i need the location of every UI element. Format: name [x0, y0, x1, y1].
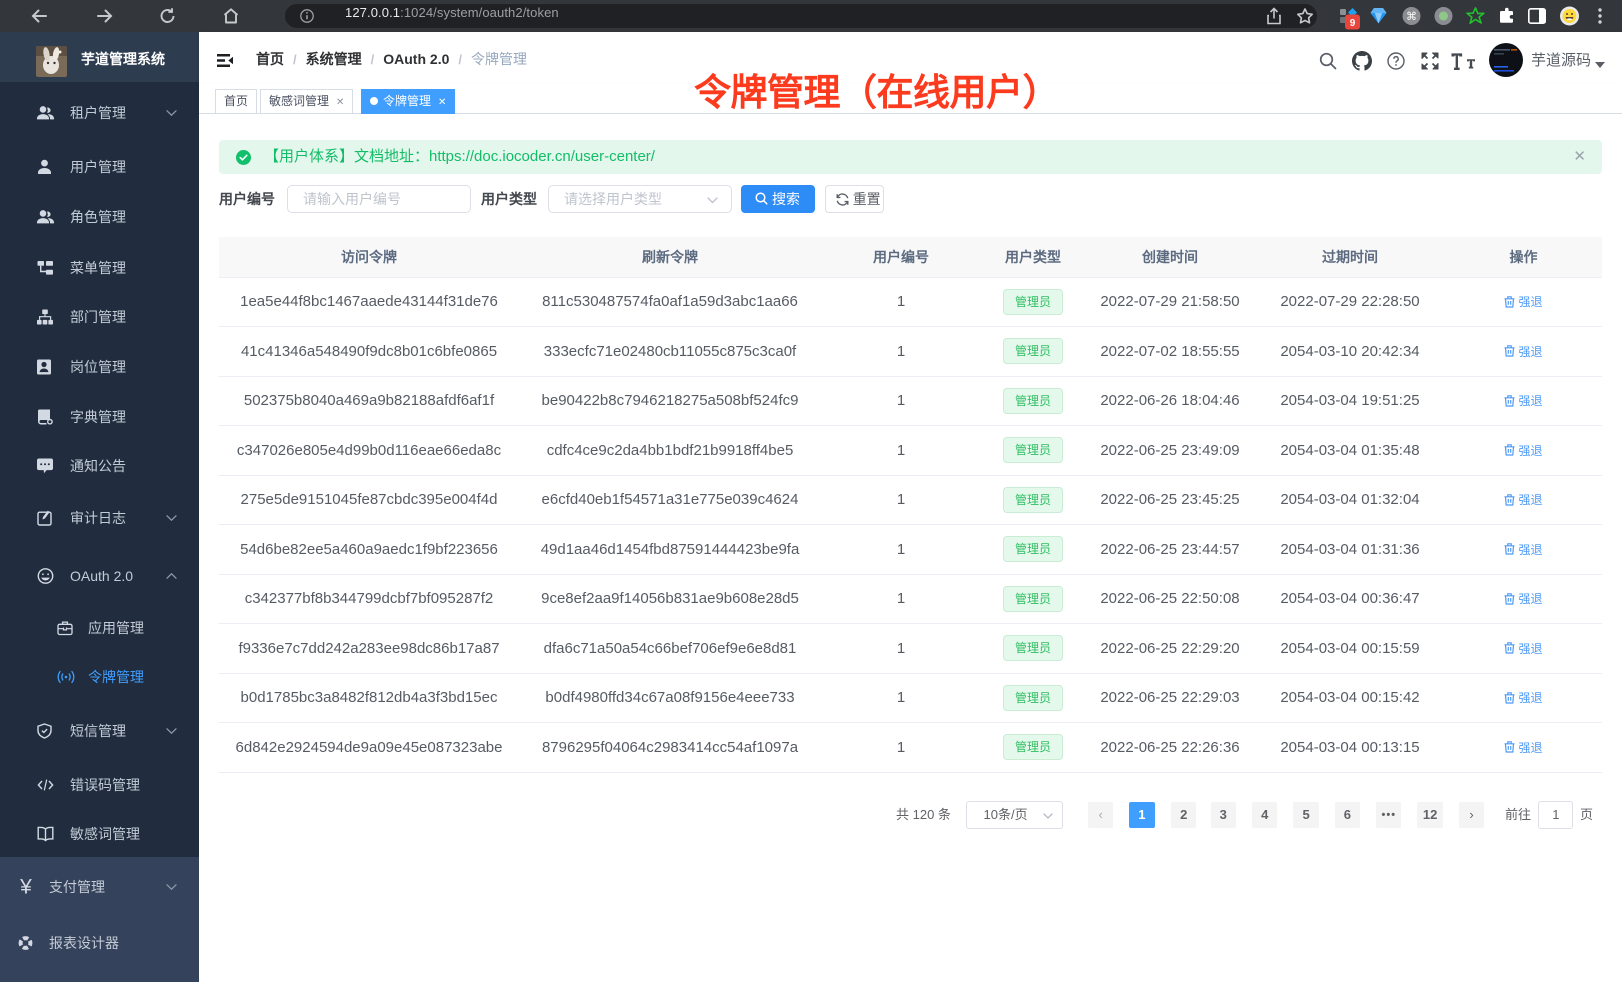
svg-text:⌘: ⌘ — [1406, 11, 1417, 23]
svg-text:9: 9 — [1350, 18, 1356, 29]
svg-text:¥: ¥ — [19, 877, 32, 897]
